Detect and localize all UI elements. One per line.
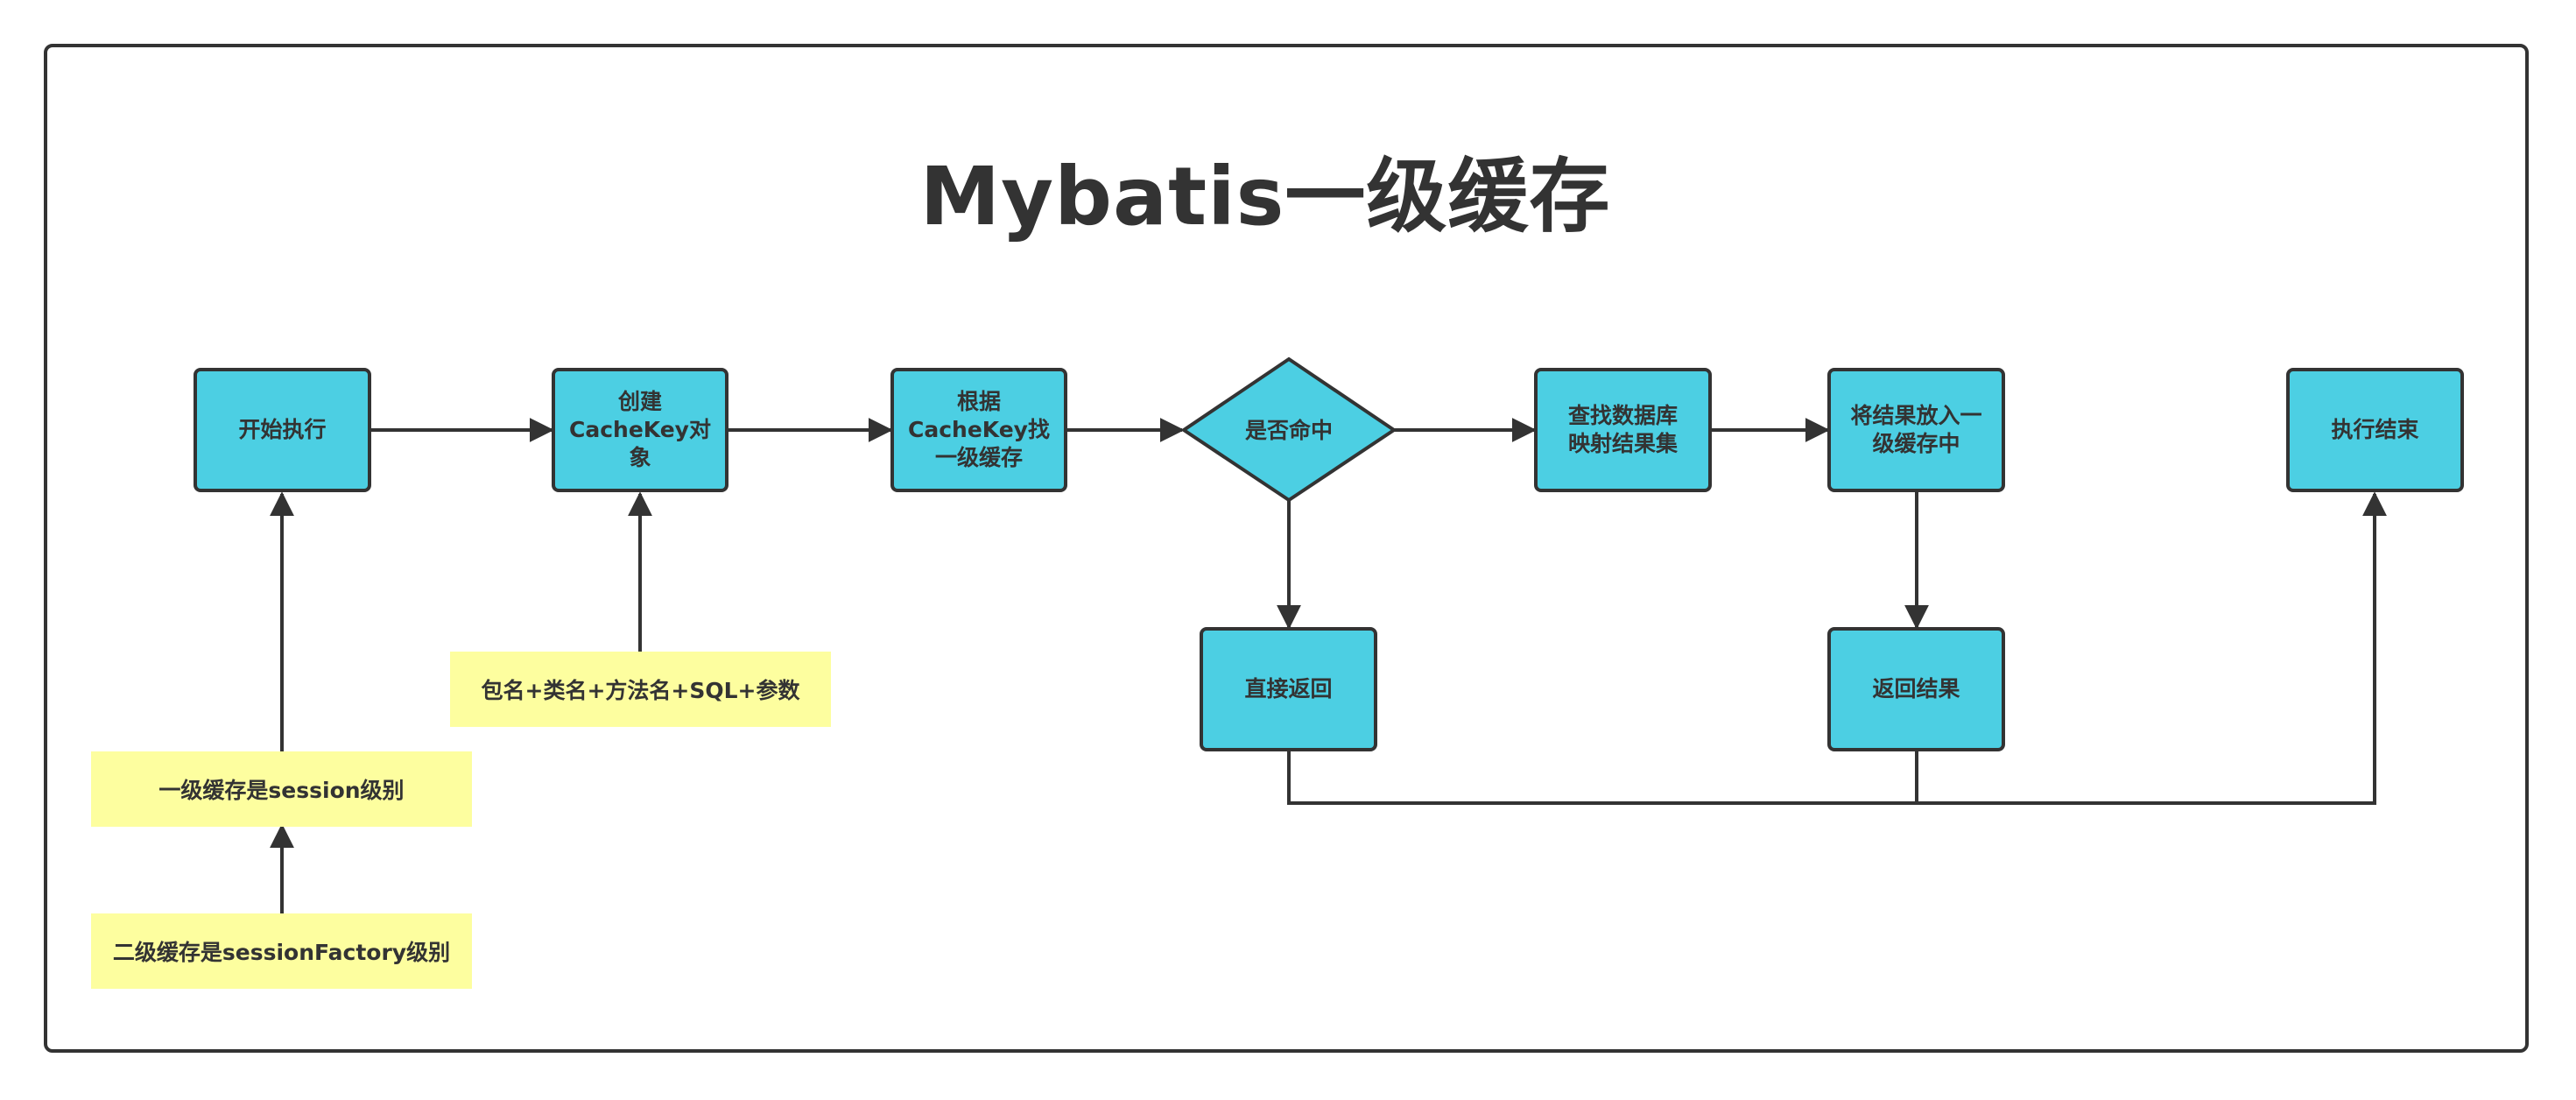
node-put-cache: 将结果放入一 级缓存中 <box>1827 368 2005 492</box>
node-create-cachekey: 创建 CacheKey对 象 <box>552 368 728 492</box>
note-cachekey-parts: 包名+类名+方法名+SQL+参数 <box>450 652 831 727</box>
node-end: 执行结束 <box>2286 368 2464 492</box>
node-direct-return: 直接返回 <box>1200 627 1377 751</box>
node-find-cache: 根据 CacheKey找 一级缓存 <box>890 368 1067 492</box>
node-return-result: 返回结果 <box>1827 627 2005 751</box>
note-level2-sessionfactory: 二级缓存是sessionFactory级别 <box>91 913 472 989</box>
node-query-db: 查找数据库 映射结果集 <box>1534 368 1712 492</box>
node-start: 开始执行 <box>194 368 371 492</box>
node-hit-label: 是否命中 <box>1244 418 1333 443</box>
note-level1-session: 一级缓存是session级别 <box>91 751 472 827</box>
